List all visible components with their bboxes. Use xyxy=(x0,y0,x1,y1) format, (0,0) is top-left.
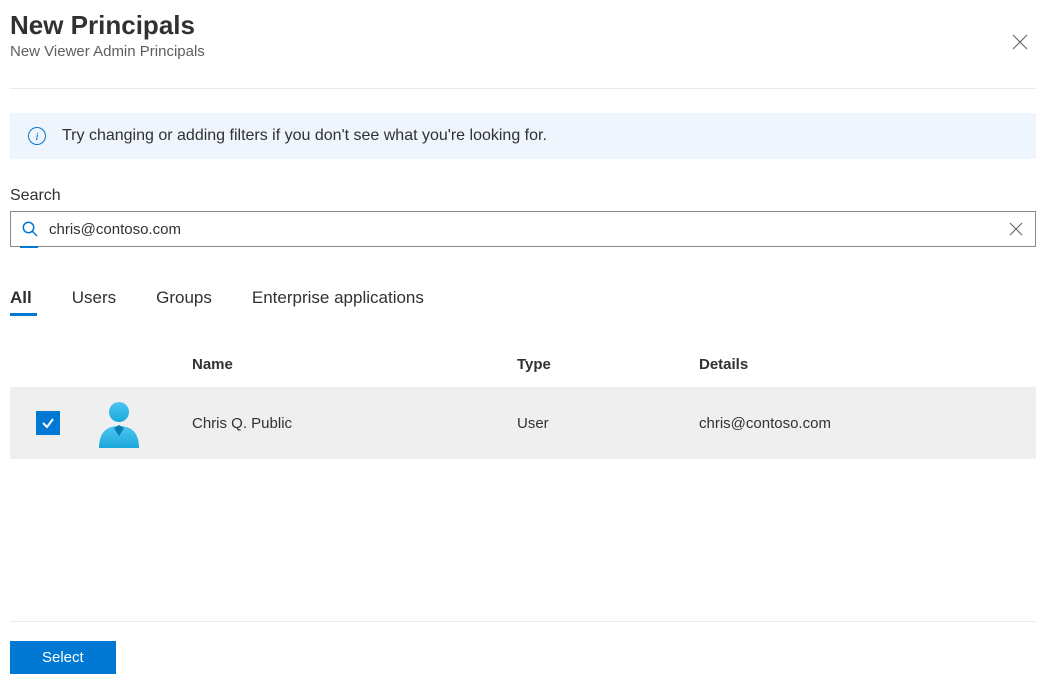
row-checkbox[interactable] xyxy=(36,411,60,435)
tab-groups[interactable]: Groups xyxy=(156,288,212,316)
tab-enterprise-applications[interactable]: Enterprise applications xyxy=(252,288,424,316)
info-banner: i Try changing or adding filters if you … xyxy=(10,113,1036,159)
column-header-details[interactable]: Details xyxy=(699,356,1036,373)
column-header-type[interactable]: Type xyxy=(517,356,699,373)
clear-search-button[interactable] xyxy=(1005,218,1027,240)
results-table: Name Type Details xyxy=(10,356,1036,459)
row-details: chris@contoso.com xyxy=(699,415,1036,432)
tab-users[interactable]: Users xyxy=(72,288,116,316)
row-type: User xyxy=(517,415,699,432)
table-row[interactable]: Chris Q. Public User chris@contoso.com xyxy=(10,387,1036,459)
user-avatar-icon xyxy=(94,398,144,448)
header-divider xyxy=(10,88,1036,89)
search-field[interactable] xyxy=(10,211,1036,247)
tab-all[interactable]: All xyxy=(10,288,32,316)
info-banner-text: Try changing or adding filters if you do… xyxy=(62,127,547,145)
page-subtitle: New Viewer Admin Principals xyxy=(10,43,205,60)
column-header-name[interactable]: Name xyxy=(192,356,517,373)
search-input[interactable] xyxy=(49,221,995,238)
search-icon xyxy=(21,220,39,238)
row-name: Chris Q. Public xyxy=(192,415,517,432)
select-button[interactable]: Select xyxy=(10,641,116,674)
footer-divider xyxy=(10,621,1036,622)
tabs: All Users Groups Enterprise applications xyxy=(10,288,1036,316)
close-button[interactable] xyxy=(1004,26,1036,58)
search-label: Search xyxy=(10,187,1036,205)
table-header: Name Type Details xyxy=(10,356,1036,387)
info-icon: i xyxy=(28,127,46,145)
search-focus-underline xyxy=(20,246,38,248)
page-title: New Principals xyxy=(10,10,205,41)
